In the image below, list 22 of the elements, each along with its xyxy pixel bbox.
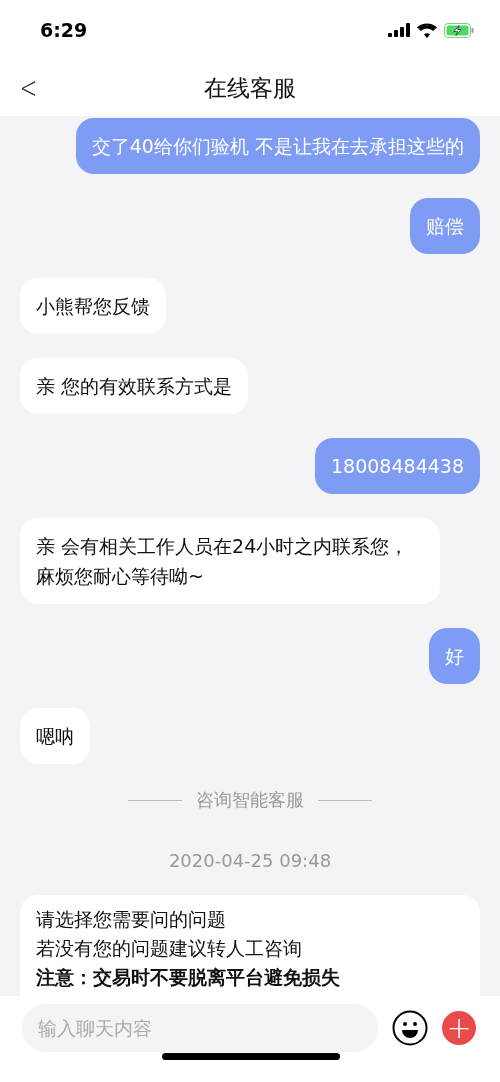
card-text-line: 注意：交易时不要脱离平台避免损失 [36,965,341,990]
back-button[interactable]: < [16,70,41,105]
wifi-icon [417,22,437,38]
chat-input-field[interactable]: 输入聊天内容 [22,1004,378,1052]
section-divider-label: 咨询智能客服 [196,788,304,812]
message-bubble: 好 [429,628,480,684]
message-bubble: 亲 您的有效联系方式是 [20,358,249,414]
status-time: 6:29 [40,19,88,41]
card-text-line: 请选择您需要问的问题 [36,907,227,932]
message-bubble: 赔偿 [410,198,480,254]
emoji-icon[interactable] [392,1010,428,1046]
battery-charging-icon [444,22,474,38]
message-bubble: 小熊帮您反馈 [20,278,166,334]
message-timestamp: 2020-04-25 09:48 [168,850,332,871]
add-button[interactable]: + [442,1011,476,1045]
page-title: 在线客服 [204,73,296,103]
card-text-line: 若没有您的问题建议转人工咨询 [36,936,303,961]
signal-icon [388,23,410,37]
message-bubble: 嗯呐 [20,708,90,764]
message-bubble: 亲 会有相关工作人员在24小时之内联系您，麻烦您耐心等待呦~ [20,518,440,604]
message-bubble: 18008484438 [315,438,480,494]
message-bubble: 交了40给你们验机 不是让我在去承担这些的 [75,118,480,174]
